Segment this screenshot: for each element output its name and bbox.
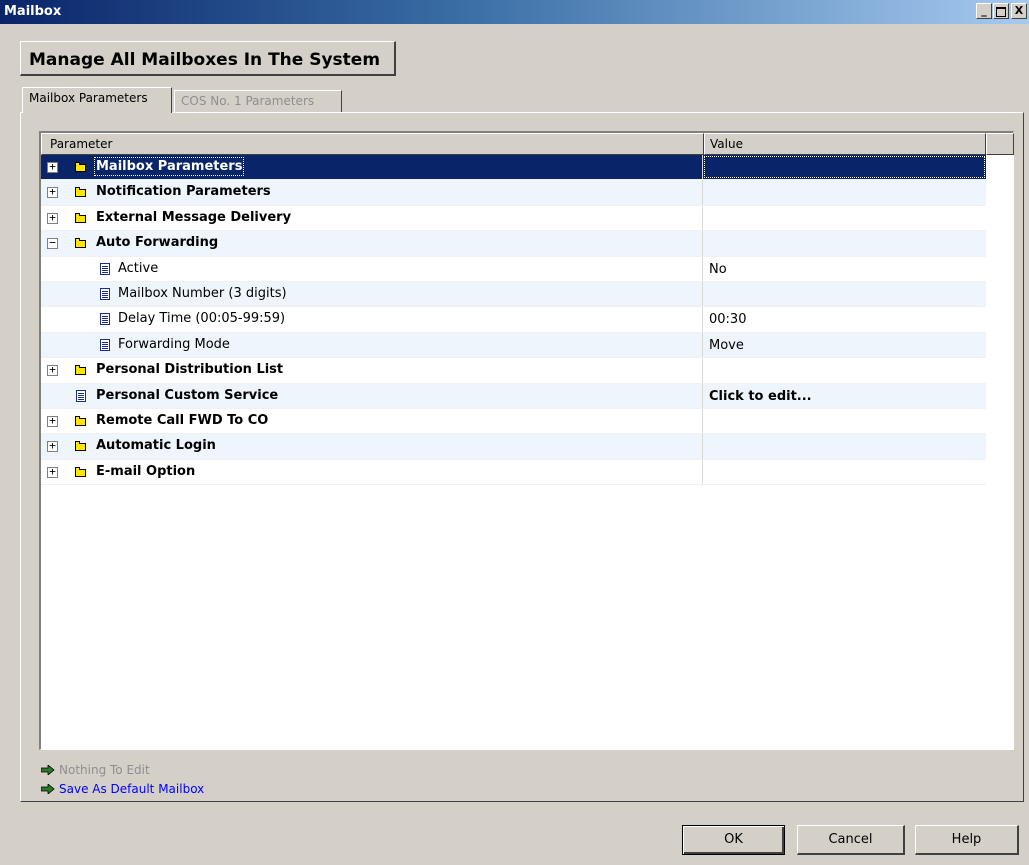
- arrow-right-icon: [41, 764, 55, 775]
- folder-icon: [75, 238, 86, 249]
- column-header-filler: [986, 133, 1014, 155]
- document-icon: [100, 338, 110, 351]
- save-default-mailbox-link[interactable]: Save As Default Mailbox: [41, 779, 204, 798]
- table-row[interactable]: Forwarding Mode Move: [41, 332, 986, 359]
- value-cell[interactable]: [703, 282, 986, 306]
- parameter-cell[interactable]: Delay Time (00:05-99:59): [41, 307, 703, 332]
- expand-icon[interactable]: +: [47, 212, 58, 224]
- page-title: Manage All Mailboxes In The System: [20, 41, 396, 76]
- parameter-label: Remote Call FWD To CO: [96, 412, 269, 428]
- folder-icon: [75, 162, 86, 172]
- action-links: Nothing To Edit Save As Default Mailbox: [41, 760, 204, 798]
- parameter-label: Notification Parameters: [96, 184, 271, 200]
- value-cell[interactable]: Move: [703, 333, 986, 357]
- arrow-right-icon: [41, 783, 55, 794]
- parameter-cell[interactable]: + Automatic Login: [41, 434, 703, 459]
- document-icon: [100, 287, 110, 300]
- nothing-to-edit-link: Nothing To Edit: [41, 760, 204, 779]
- expand-icon[interactable]: +: [47, 466, 58, 478]
- parameter-label: Delay Time (00:05-99:59): [118, 311, 286, 327]
- parameter-label: Automatic Login: [96, 438, 216, 454]
- expand-icon[interactable]: +: [47, 161, 58, 173]
- folder-icon: [75, 187, 86, 198]
- parameter-cell[interactable]: + E-mail Option: [41, 459, 703, 485]
- maximize-icon: [996, 7, 1006, 17]
- save-default-mailbox-label[interactable]: Save As Default Mailbox: [59, 782, 204, 796]
- grid-rows: + Mailbox Parameters + Notification Paramet…: [41, 155, 986, 486]
- table-row[interactable]: + E-mail Option: [41, 459, 986, 486]
- folder-icon: [75, 212, 86, 223]
- expand-icon[interactable]: +: [47, 186, 58, 199]
- close-button[interactable]: X: [1011, 3, 1027, 19]
- expand-icon[interactable]: +: [47, 364, 58, 377]
- value-cell[interactable]: 00:30: [703, 307, 986, 331]
- parameter-label: E-mail Option: [96, 463, 196, 479]
- maximize-button[interactable]: [993, 3, 1009, 19]
- parameter-label: Active: [118, 260, 159, 276]
- parameter-cell[interactable]: + Personal Distribution List: [41, 358, 703, 383]
- table-row[interactable]: + External Message Delivery: [41, 205, 986, 232]
- document-icon: [76, 389, 86, 402]
- table-row[interactable]: + Notification Parameters: [41, 180, 986, 206]
- expand-icon[interactable]: +: [47, 415, 58, 427]
- value-cell[interactable]: [703, 358, 986, 382]
- document-icon: [100, 313, 110, 326]
- value-cell[interactable]: No: [703, 257, 986, 281]
- column-header-parameter[interactable]: Parameter: [41, 133, 704, 155]
- folder-icon: [75, 365, 86, 376]
- parameter-label: Auto Forwarding: [96, 235, 219, 251]
- parameter-cell[interactable]: + Remote Call FWD To CO: [41, 408, 703, 434]
- parameter-grid: Parameter Value + Mailbox Parameters + Noti…: [39, 131, 1014, 750]
- nothing-to-edit-label: Nothing To Edit: [59, 762, 150, 777]
- table-row[interactable]: + Remote Call FWD To CO: [41, 408, 986, 435]
- parameter-cell[interactable]: Forwarding Mode: [41, 332, 703, 358]
- table-row[interactable]: − Auto Forwarding: [41, 231, 986, 257]
- value-cell[interactable]: Click to edit...: [703, 384, 986, 408]
- expand-icon[interactable]: +: [47, 440, 58, 453]
- parameter-label: Mailbox Number (3 digits): [118, 285, 287, 301]
- help-button[interactable]: Help: [915, 825, 1019, 855]
- folder-icon: [75, 415, 86, 426]
- minimize-button[interactable]: _: [976, 3, 992, 19]
- grid-header: Parameter Value: [41, 133, 1014, 155]
- value-cell[interactable]: [703, 206, 986, 230]
- table-row[interactable]: Delay Time (00:05-99:59) 00:30: [41, 307, 986, 333]
- value-cell[interactable]: [703, 180, 986, 204]
- parameter-cell[interactable]: + Mailbox Parameters: [41, 155, 703, 180]
- column-header-value[interactable]: Value: [704, 133, 986, 155]
- document-icon: [100, 262, 110, 275]
- tab-cos-parameters[interactable]: COS No. 1 Parameters: [174, 90, 342, 112]
- table-row[interactable]: Mailbox Number (3 digits): [41, 281, 986, 308]
- table-row[interactable]: Personal Custom Service Click to edit...: [41, 383, 986, 409]
- window-controls: _ X: [975, 3, 1027, 19]
- parameter-label: Personal Custom Service: [96, 387, 279, 403]
- parameter-label: Mailbox Parameters: [93, 157, 245, 176]
- window-title: Mailbox: [4, 4, 62, 19]
- parameter-cell[interactable]: Mailbox Number (3 digits): [41, 281, 703, 307]
- parameter-cell[interactable]: Active: [41, 256, 703, 281]
- value-cell[interactable]: [703, 409, 986, 433]
- parameter-cell[interactable]: Personal Custom Service: [41, 383, 703, 408]
- title-bar: Mailbox _ X: [0, 0, 1029, 24]
- ok-button[interactable]: OK: [682, 825, 785, 855]
- parameter-label: Personal Distribution List: [96, 362, 284, 378]
- cancel-button[interactable]: Cancel: [797, 825, 905, 855]
- tab-mailbox-parameters[interactable]: Mailbox Parameters: [22, 87, 172, 113]
- parameter-cell[interactable]: + External Message Delivery: [41, 205, 703, 231]
- folder-icon: [75, 441, 86, 452]
- folder-icon: [75, 466, 86, 477]
- value-cell[interactable]: [703, 155, 986, 180]
- parameter-label: Forwarding Mode: [118, 336, 230, 352]
- table-row[interactable]: + Automatic Login: [41, 434, 986, 460]
- table-row[interactable]: Active No: [41, 256, 986, 282]
- parameter-label: External Message Delivery: [96, 209, 292, 225]
- value-cell[interactable]: [703, 460, 986, 484]
- parameter-cell[interactable]: + Notification Parameters: [41, 180, 703, 205]
- collapse-icon[interactable]: −: [47, 237, 58, 250]
- table-row[interactable]: + Mailbox Parameters: [41, 155, 986, 181]
- value-cell[interactable]: [703, 434, 986, 458]
- table-row[interactable]: + Personal Distribution List: [41, 358, 986, 384]
- value-cell[interactable]: [703, 231, 986, 255]
- parameter-cell[interactable]: − Auto Forwarding: [41, 231, 703, 256]
